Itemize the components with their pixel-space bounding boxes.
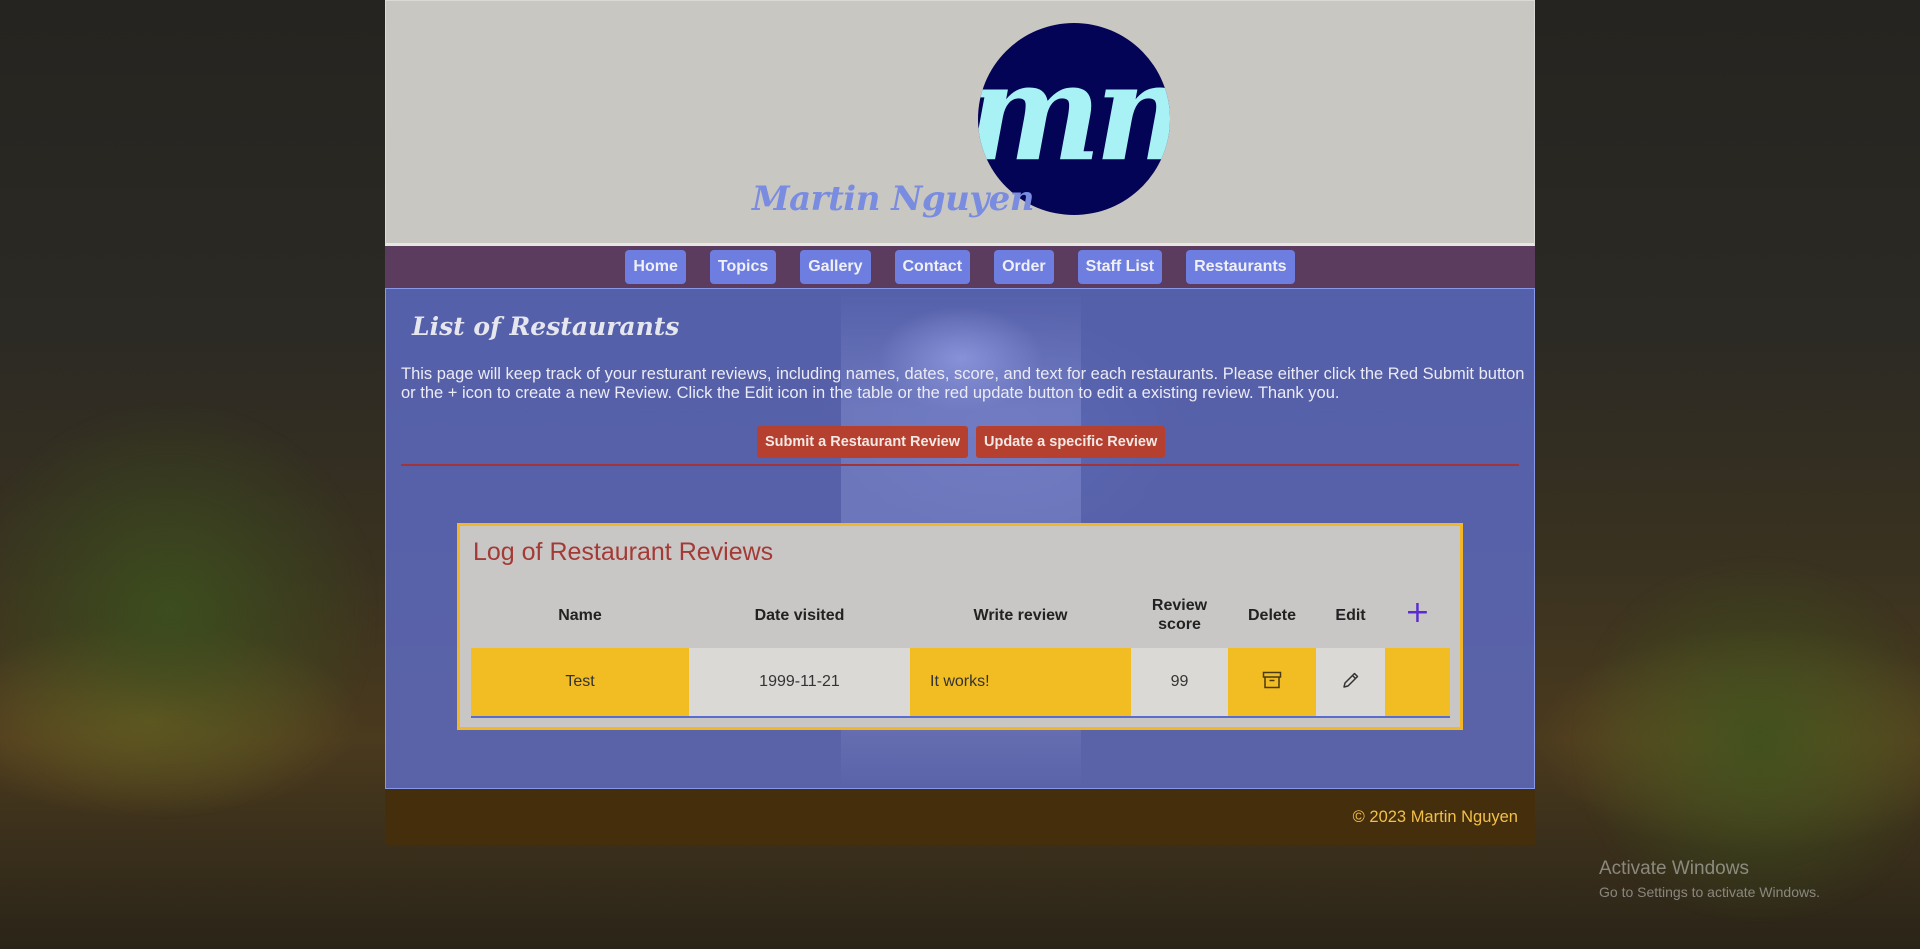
cell-review: It works! [910, 648, 1131, 718]
site-footer: © 2023 Martin Nguyen [385, 789, 1535, 845]
update-review-button[interactable]: Update a specific Review [976, 426, 1166, 458]
cell-blank [1385, 648, 1450, 718]
cell-delete [1228, 648, 1316, 718]
nav-topics[interactable]: Topics [709, 250, 777, 284]
logo-text: mn [978, 34, 1170, 192]
archive-icon[interactable] [1262, 670, 1282, 690]
nav-home[interactable]: Home [625, 250, 686, 284]
col-delete: Delete [1247, 606, 1297, 624]
intro-text: This page will keep track of your restur… [401, 365, 1525, 402]
nav-order[interactable]: Order [994, 250, 1054, 284]
nav-contact[interactable]: Contact [894, 250, 971, 284]
activate-subtitle: Go to Settings to activate Windows. [1599, 884, 1820, 900]
cell-score: 99 [1131, 648, 1228, 718]
review-table: Name Date visited Write review Review sc… [471, 582, 1450, 718]
activate-title: Activate Windows [1599, 858, 1749, 879]
nav-staff-list[interactable]: Staff List [1077, 250, 1163, 284]
page-title: List of Restaurants [412, 312, 680, 341]
review-log-panel: Log of Restaurant Reviews Name Date visi… [457, 523, 1463, 730]
cell-date: 1999-11-21 [689, 648, 910, 718]
divider [401, 464, 1519, 466]
table-row: Test 1999-11-21 It works! 99 [471, 648, 1450, 718]
plus-icon[interactable]: + [1405, 595, 1430, 630]
cell-edit [1316, 648, 1385, 718]
add-review-cell: + [1385, 582, 1450, 648]
site-name: Martin Nguyen [752, 179, 1034, 219]
site-header: mn Martin Nguyen [385, 0, 1535, 246]
action-buttons: Submit a Restaurant Review Update a spec… [757, 426, 1166, 458]
copyright-text: © 2023 Martin Nguyen [1352, 808, 1518, 826]
nav-restaurants[interactable]: Restaurants [1186, 250, 1295, 284]
submit-review-button[interactable]: Submit a Restaurant Review [757, 426, 968, 458]
col-name: Name [558, 606, 602, 624]
log-title: Log of Restaurant Reviews [473, 538, 774, 566]
pencil-icon[interactable] [1341, 670, 1361, 690]
main-content: List of Restaurants This page will keep … [385, 288, 1535, 789]
background-trees-left [0, 400, 380, 820]
col-date: Date visited [754, 606, 845, 624]
activate-windows-watermark: Activate Windows Go to Settings to activ… [1599, 858, 1820, 900]
table-header-row: Name Date visited Write review Review sc… [471, 582, 1450, 648]
col-edit: Edit [1335, 606, 1366, 624]
main-nav: Home Topics Gallery Contact Order Staff … [385, 246, 1535, 288]
cell-name: Test [471, 648, 689, 718]
col-score: Review score [1151, 597, 1208, 633]
col-review: Write review [973, 606, 1068, 624]
nav-gallery[interactable]: Gallery [800, 250, 871, 284]
